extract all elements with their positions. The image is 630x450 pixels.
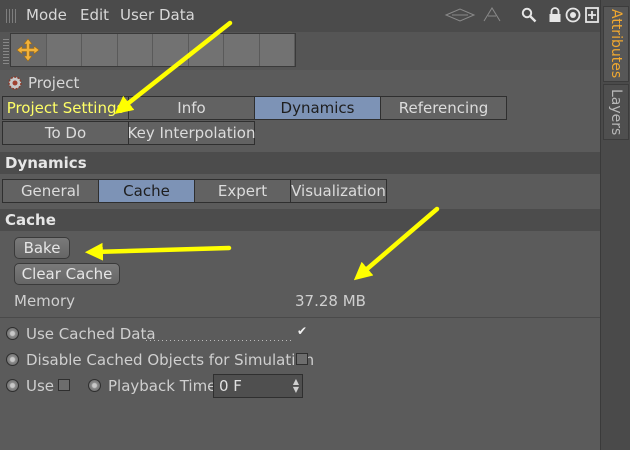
- section-cache-header: Cache: [0, 209, 600, 231]
- tab-attributes-label: Attributes: [608, 9, 624, 79]
- target-icon[interactable]: [564, 5, 582, 25]
- menu-mode[interactable]: Mode: [26, 6, 67, 24]
- use-label: Use: [26, 377, 55, 395]
- memory-value: 37.28 MB: [295, 292, 366, 310]
- disable-cached-objects-checkbox[interactable]: [296, 353, 308, 365]
- tab-key-interpolation[interactable]: Key Interpolation: [128, 121, 255, 145]
- tab-to-do[interactable]: To Do: [2, 121, 129, 145]
- menu-edit[interactable]: Edit: [80, 6, 109, 24]
- toolbar-grip-icon[interactable]: [3, 38, 9, 64]
- tool-palette: [10, 33, 296, 67]
- tab-project-settings[interactable]: Project Settings: [2, 96, 129, 120]
- animate-radio-playback[interactable]: [88, 379, 101, 392]
- project-gear-icon: [8, 76, 22, 90]
- tab-expert[interactable]: Expert: [194, 179, 291, 203]
- side-tab-strip: Attributes Layers: [600, 0, 630, 450]
- tool-slot[interactable]: [46, 34, 82, 66]
- section-divider: [0, 317, 600, 318]
- leader-dots: [146, 340, 292, 341]
- tab-general[interactable]: General: [2, 179, 99, 203]
- tab-dynamics[interactable]: Dynamics: [254, 96, 381, 120]
- menu-user-data[interactable]: User Data: [120, 6, 195, 24]
- new-panel-icon[interactable]: [583, 5, 601, 25]
- tab-attributes[interactable]: Attributes: [603, 6, 629, 82]
- playback-time-value: 0 F: [219, 377, 242, 395]
- search-icon[interactable]: [520, 5, 538, 25]
- tool-slot[interactable]: [224, 34, 260, 66]
- attribute-manager: Mode Edit User Data Attributes Layers Pr…: [0, 0, 630, 450]
- use-checkbox[interactable]: [58, 379, 70, 391]
- playback-time-field[interactable]: 0 F ▲ ▼: [213, 374, 303, 398]
- tab-referencing[interactable]: Referencing: [380, 96, 507, 120]
- use-cached-data-checkbox[interactable]: ✔: [296, 325, 308, 338]
- stepper-arrows-icon[interactable]: ▲ ▼: [293, 378, 299, 394]
- tab-layers[interactable]: Layers: [603, 84, 629, 140]
- section-dynamics-header: Dynamics: [0, 152, 600, 174]
- move-tool-button[interactable]: [11, 34, 47, 66]
- menu-bar: Mode Edit User Data: [0, 0, 600, 32]
- arrow-annotation: [84, 242, 232, 261]
- clear-cache-button[interactable]: Clear Cache: [14, 263, 120, 285]
- tab-cache[interactable]: Cache: [98, 179, 195, 203]
- tool-slot[interactable]: [259, 34, 295, 66]
- tab-info[interactable]: Info: [128, 96, 255, 120]
- memory-label: Memory: [14, 292, 76, 310]
- disable-cached-objects-label: Disable Cached Objects for Simulation: [26, 351, 315, 369]
- menu-grip-icon[interactable]: [6, 9, 18, 23]
- move-icon: [16, 38, 40, 62]
- animate-radio-disable-cached[interactable]: [6, 353, 19, 366]
- playback-time-label: Playback Time: [108, 377, 217, 395]
- tool-slot[interactable]: [188, 34, 224, 66]
- tab-visualization[interactable]: Visualization: [290, 179, 387, 203]
- animate-radio-use[interactable]: [6, 379, 19, 392]
- lock-icon[interactable]: [546, 5, 564, 25]
- tool-slot[interactable]: [82, 34, 118, 66]
- animate-radio-use-cached[interactable]: [6, 327, 19, 340]
- navigation-arrows-icon[interactable]: [444, 6, 514, 24]
- tab-layers-label: Layers: [608, 88, 624, 136]
- object-title: Project: [28, 74, 80, 92]
- use-cached-data-label: Use Cached Data: [26, 325, 156, 343]
- tool-slot[interactable]: [117, 34, 153, 66]
- bake-button[interactable]: Bake: [14, 237, 70, 259]
- tool-slot[interactable]: [153, 34, 189, 66]
